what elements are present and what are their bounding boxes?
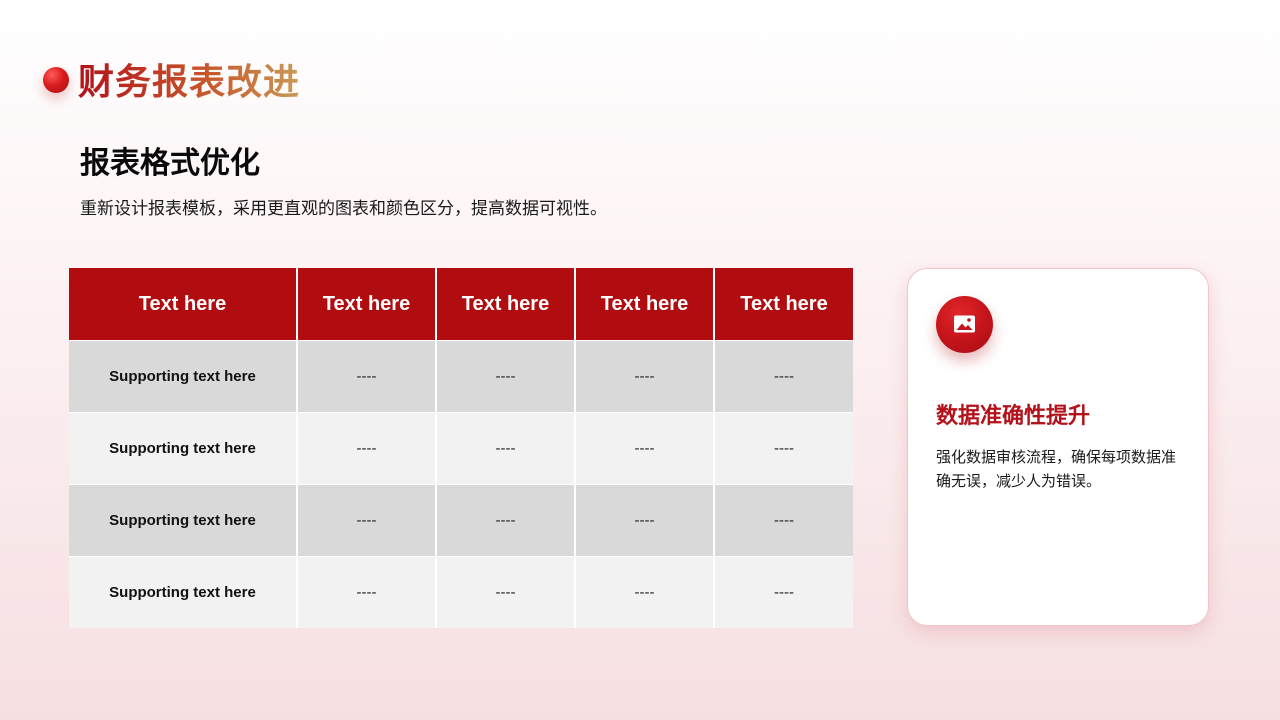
row-label-cell: Supporting text here [69,412,298,485]
table-header-cell: Text here [297,268,437,341]
table-cell: ---- [575,412,715,485]
table-cell: ---- [436,412,576,485]
card-title: 数据准确性提升 [936,403,1091,428]
table-header-cell: Text here [575,268,715,341]
table-header-row: Text here Text here Text here Text here … [69,268,853,341]
page-title: 财务报表改进 [78,58,300,106]
table-cell: ---- [714,340,853,413]
data-table: Text here Text here Text here Text here … [69,268,853,628]
row-label-cell: Supporting text here [69,484,298,557]
table-row: Supporting text here ---- ---- ---- ---- [69,484,853,557]
section-description: 重新设计报表模板，采用更直观的图表和颜色区分，提高数据可视性。 [80,199,607,218]
table-cell: ---- [297,484,437,557]
table-cell: ---- [714,484,853,557]
table-cell: ---- [575,556,715,628]
table-row: Supporting text here ---- ---- ---- ---- [69,412,853,485]
table-cell: ---- [436,484,576,557]
table-cell: ---- [575,340,715,413]
table-cell: ---- [714,556,853,628]
table-header-cell: Text here [69,268,298,341]
table-cell: ---- [714,412,853,485]
table-cell: ---- [297,340,437,413]
row-label-cell: Supporting text here [69,340,298,413]
comparison-table: Text here Text here Text here Text here … [69,268,853,628]
table-cell: ---- [436,340,576,413]
table-cell: ---- [436,556,576,628]
row-label-cell: Supporting text here [69,556,298,628]
title-bullet-dot [43,67,69,93]
table-header-cell: Text here [436,268,576,341]
section-heading: 报表格式优化 [80,147,260,180]
table-header-cell: Text here [714,268,853,341]
table-cell: ---- [297,556,437,628]
info-card: 数据准确性提升 强化数据审核流程，确保每项数据准确无误，减少人为错误。 [907,268,1209,626]
table-cell: ---- [575,484,715,557]
card-text: 强化数据审核流程，确保每项数据准确无误，减少人为错误。 [936,449,1177,490]
table-row: Supporting text here ---- ---- ---- ---- [69,340,853,413]
table-row: Supporting text here ---- ---- ---- ---- [69,556,853,628]
image-icon [936,296,993,353]
image-icon-glyph [954,315,975,333]
table-cell: ---- [297,412,437,485]
